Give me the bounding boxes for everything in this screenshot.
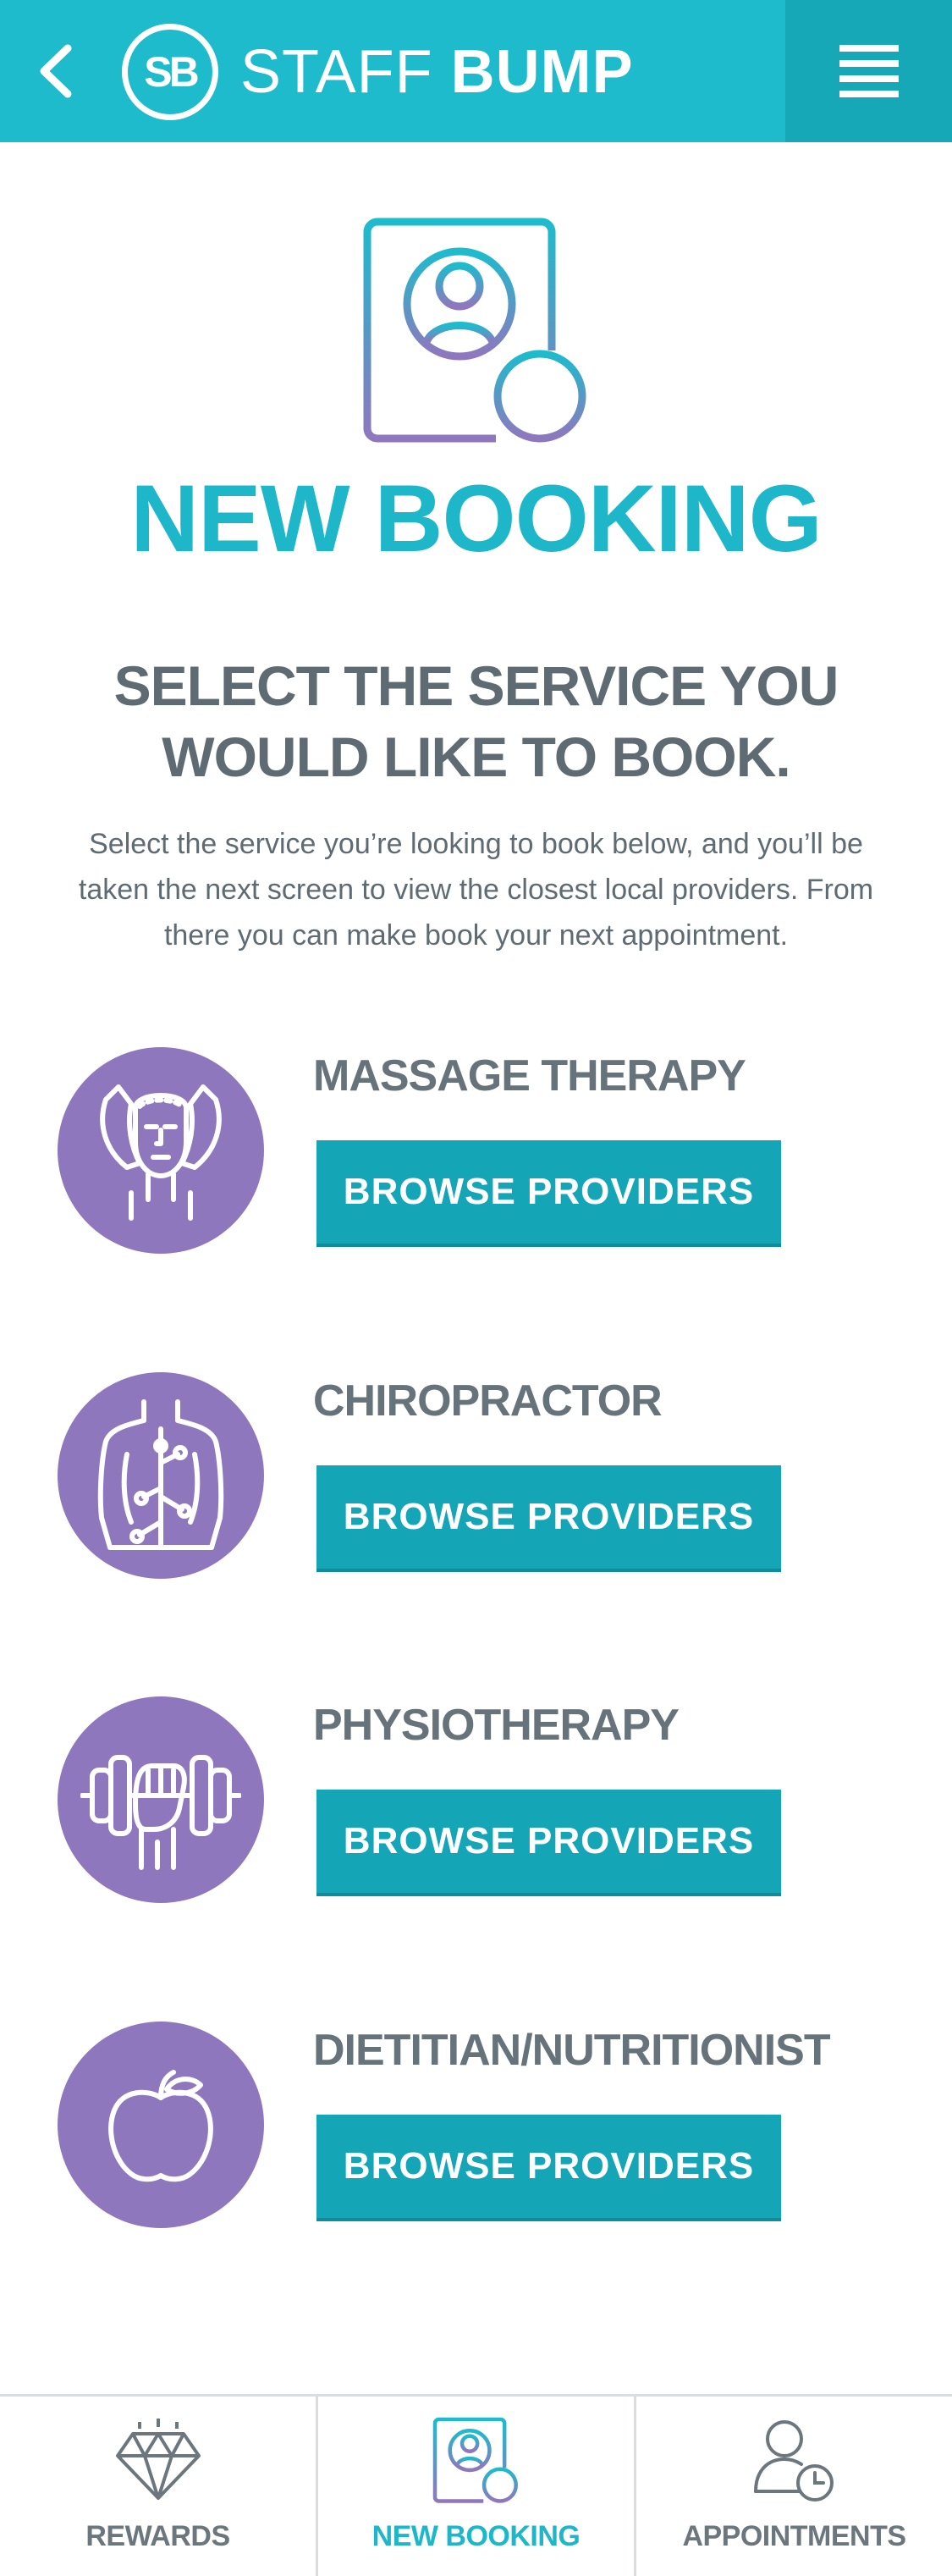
tab-label: APPOINTMENTS — [682, 2520, 906, 2552]
service-icon-circle — [58, 2022, 264, 2228]
service-icon-circle — [58, 1372, 264, 1579]
logo-text-light: STAFF — [240, 38, 433, 106]
back-button[interactable] — [25, 34, 85, 108]
service-item-massage-therapy: MASSAGE THERAPY BROWSE PROVIDERS — [0, 1047, 952, 1267]
tab-rewards[interactable]: REWARDS — [0, 2397, 316, 2576]
bottom-tab-bar: REWARDS NEW BOOKING APPOINTMENTS — [0, 2394, 952, 2576]
service-name: PHYSIOTHERAPY — [313, 1701, 680, 1750]
tab-label: NEW BOOKING — [371, 2520, 581, 2552]
chevron-left-icon — [40, 44, 72, 98]
service-item-chiropractor: CHIROPRACTOR BROWSE PROVIDERS — [0, 1372, 952, 1592]
new-booking-icon — [363, 218, 586, 443]
browse-providers-button[interactable]: BROWSE PROVIDERS — [316, 1140, 781, 1247]
dumbbell-hand-icon — [80, 1755, 241, 1870]
logo-wordmark: STAFF BUMP — [240, 37, 634, 107]
page-subtitle: SELECT THE SERVICE YOU WOULD LIKE TO BOO… — [113, 654, 839, 788]
new-booking-icon — [432, 2417, 518, 2503]
service-item-dietitian-nutritionist: DIETITIAN/NUTRITIONIST BROWSE PROVIDERS — [0, 2022, 952, 2242]
service-item-physiotherapy: PHYSIOTHERAPY BROWSE PROVIDERS — [0, 1696, 952, 1917]
hamburger-menu-icon — [839, 45, 899, 97]
browse-providers-button[interactable]: BROWSE PROVIDERS — [316, 2115, 781, 2221]
spine-back-icon — [97, 1399, 224, 1550]
browse-providers-button[interactable]: BROWSE PROVIDERS — [316, 1465, 781, 1572]
menu-button[interactable] — [785, 0, 952, 142]
service-icon-circle — [58, 1047, 264, 1254]
app-logo: SB STAFF BUMP — [122, 24, 634, 120]
logo-text-bold: BUMP — [450, 38, 634, 106]
service-name: DIETITIAN/NUTRITIONIST — [313, 2026, 831, 2075]
apple-icon — [108, 2070, 213, 2182]
app-header: SB STAFF BUMP — [0, 0, 952, 142]
user-clock-icon — [753, 2420, 834, 2502]
logo-badge: SB — [122, 24, 218, 120]
tab-appointments[interactable]: APPOINTMENTS — [634, 2397, 952, 2576]
page-description: Select the service you’re looking to boo… — [78, 828, 874, 952]
service-name: MASSAGE THERAPY — [313, 1051, 746, 1100]
diamond-icon — [115, 2419, 201, 2500]
page-title: NEW BOOKING — [130, 466, 823, 571]
tab-label: REWARDS — [85, 2520, 230, 2552]
massage-face-icon — [100, 1084, 222, 1221]
service-name: CHIROPRACTOR — [313, 1376, 663, 1426]
service-icon-circle — [58, 1696, 264, 1903]
tab-new-booking[interactable]: NEW BOOKING — [316, 2397, 634, 2576]
browse-providers-button[interactable]: BROWSE PROVIDERS — [316, 1790, 781, 1896]
